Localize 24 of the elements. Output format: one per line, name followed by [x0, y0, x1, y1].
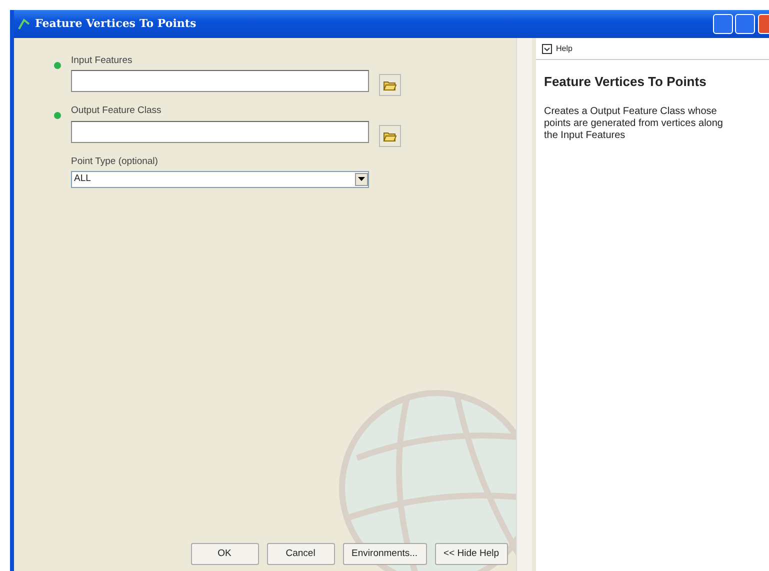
point-type-dropdown[interactable]: ALL	[71, 170, 369, 188]
dialog-button[interactable]: OK	[190, 543, 259, 565]
dialog-button[interactable]: Environments...	[342, 543, 427, 565]
help-text: Creates a Output Feature Class whose points are generated from vertices along the Input Features	[544, 106, 724, 142]
help-header: Help	[556, 42, 572, 54]
collapse-icon[interactable]	[542, 44, 552, 54]
parameter-label: Point Type (optional)	[71, 154, 159, 168]
folder-icon	[383, 79, 397, 92]
caret-icon	[358, 177, 365, 182]
dialog-button[interactable]: << Hide Help	[434, 543, 508, 565]
minimize-button[interactable]	[712, 14, 732, 34]
scrollbar[interactable]	[516, 38, 532, 571]
parameter-label: Output Feature Class	[71, 104, 162, 118]
tool-icon	[18, 18, 30, 30]
window-title: Feature Vertices To Points	[35, 16, 196, 32]
help-title: Feature Vertices To Points	[544, 73, 708, 91]
parameter-label: Input Features	[71, 54, 134, 68]
browse-button[interactable]	[379, 74, 401, 96]
path-field[interactable]	[71, 70, 369, 92]
path-field[interactable]	[71, 120, 369, 142]
folder-icon	[383, 130, 397, 142]
maximize-button[interactable]	[735, 14, 755, 34]
dialog-button[interactable]: Cancel	[266, 543, 335, 565]
browse-button[interactable]	[379, 124, 401, 146]
